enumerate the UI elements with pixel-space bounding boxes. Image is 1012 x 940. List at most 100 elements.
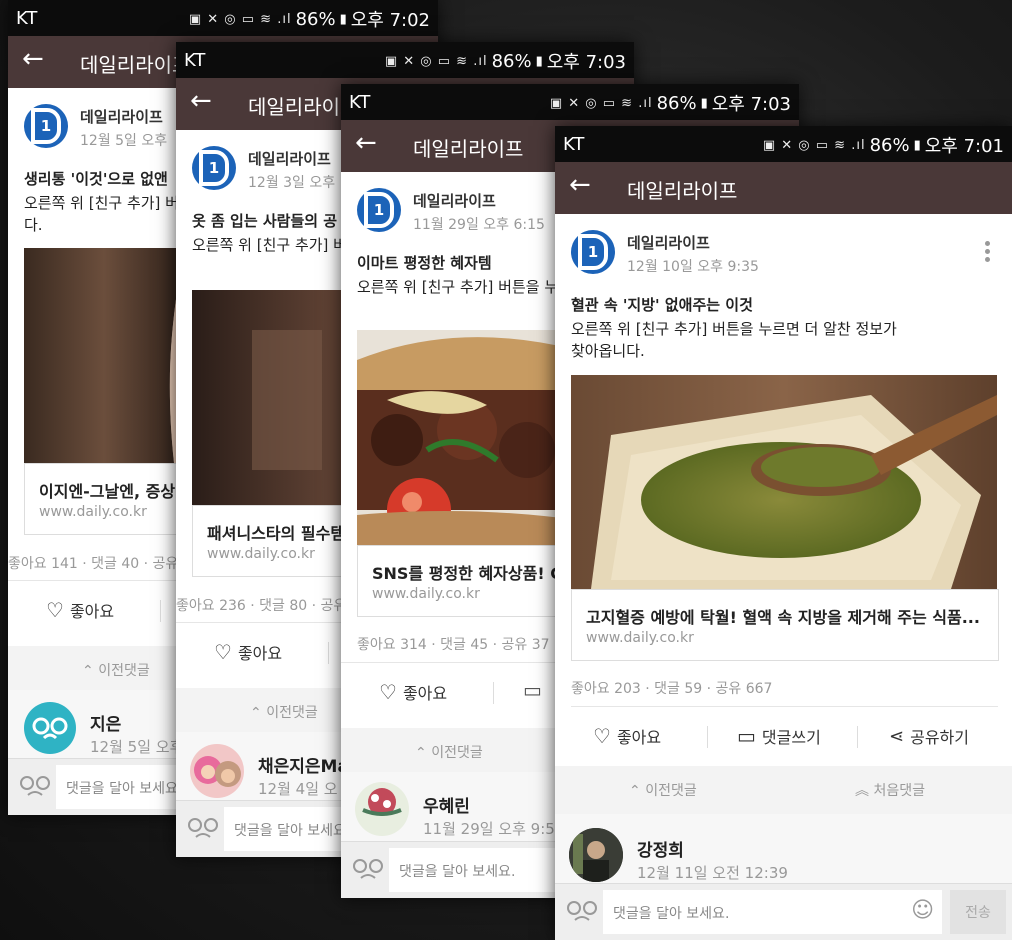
channel-logo: 1 (357, 188, 401, 232)
comment-date: 12월 4일 오 (258, 780, 338, 798)
emoji-icon[interactable]: ☺ (911, 898, 934, 923)
divider (571, 706, 998, 707)
post-headline: 이마트 평정한 혜자템 (357, 254, 492, 272)
post-headline: 혈관 속 '지방' 없애주는 이것 (571, 296, 753, 314)
comment-date: 11월 29일 오후 9:5 (423, 820, 555, 838)
post-stats: 좋아요 236 · 댓글 80 · 공유 (176, 598, 347, 614)
carrier-label: KT (563, 134, 585, 155)
action-separator (328, 642, 329, 664)
status-icons: ▣ ✕ ◎ ▭ ≋ .ıl (384, 53, 488, 69)
battery-label: 86% (869, 134, 910, 156)
comment-date: 12월 11일 오전 12:39 (637, 864, 788, 882)
post-headline: 생리통 '이것'으로 없앤 (24, 170, 168, 188)
heart-icon: ♡ (593, 724, 611, 748)
status-icons: ▣ ✕ ◎ ▭ ≋ .ıl (549, 95, 653, 111)
commenter-name: 강정희 (637, 841, 684, 861)
post-content: 1 데일리라이프 12월 10일 오후 9:35 혈관 속 '지방' 없애주는 … (555, 214, 1012, 940)
time-label: 오후 7:03 (546, 52, 626, 73)
back-arrow-icon[interactable]: ← (22, 44, 44, 74)
back-arrow-icon[interactable]: ← (569, 170, 591, 200)
status-bar: KT ▣ ✕ ◎ ▭ ≋ .ıl 86% ▮ 오후 7:03 (176, 42, 634, 78)
back-arrow-icon[interactable]: ← (355, 128, 377, 158)
link-card-title: 패셔니스타의 필수템 (207, 524, 346, 543)
app-title: 데일리라이프 (80, 53, 191, 77)
share-icon: ⋖ (889, 725, 905, 747)
link-card-title: SNS를 평정한 혜자상품! C (372, 564, 562, 583)
comment-input-bar: 댓글을 달아 보세요. ☺ 전송 (555, 883, 1012, 940)
like-button[interactable]: ♡ 좋아요 (214, 640, 282, 664)
like-label: 좋아요 (69, 602, 115, 621)
battery-icon: ▮ (339, 11, 347, 27)
avatar-photo (569, 828, 623, 882)
post-stats: 좋아요 203 · 댓글 59 · 공유 667 (571, 681, 773, 697)
battery-label: 86% (295, 8, 336, 30)
previous-comments-label: ⌃ 이전댓글 (82, 663, 150, 679)
comment-icon: ▭ (737, 724, 756, 748)
previous-comments-button[interactable]: ⌃ 이전댓글 (629, 780, 697, 800)
heart-icon: ♡ (46, 598, 64, 622)
share-button[interactable]: ⋖ 공유하기 (889, 724, 969, 748)
send-button[interactable]: 전송 (950, 890, 1006, 934)
post-author: 데일리라이프 (413, 192, 496, 210)
app-title: 데일리라이프 (413, 137, 524, 161)
like-label: 좋아요 (237, 644, 283, 663)
app-bar: ← 데일리라이프 (555, 162, 1012, 214)
glasses-icon (20, 776, 50, 796)
status-bar: KT ▣ ✕ ◎ ▭ ≋ .ıl 86% ▮ 오후 7:01 (555, 126, 1012, 162)
carrier-label: KT (349, 92, 371, 113)
post-author: 데일리라이프 (627, 234, 710, 252)
share-label: 공유하기 (910, 728, 969, 747)
screenshot-4: KT ▣ ✕ ◎ ▭ ≋ .ıl 86% ▮ 오후 7:01 ← 데일리라이프 … (555, 126, 1012, 940)
channel-logo: 1 (571, 230, 615, 274)
commenter-name: 지은 (90, 715, 122, 735)
status-icons: ▣ ✕ ◎ ▭ ≋ .ıl (188, 11, 292, 27)
heart-icon: ♡ (379, 680, 397, 704)
link-card[interactable]: 고지혈증 예방에 탁월! 혈액 속 지방을 제거해 주는 식품... www.d… (571, 589, 999, 661)
status-bar: KT ▣ ✕ ◎ ▭ ≋ .ıl 86% ▮ 오후 7:02 (8, 0, 438, 36)
comment-icon[interactable]: ▭ (523, 678, 542, 702)
battery-icon: ▮ (913, 137, 921, 153)
comment-item: 강정희 12월 11일 오전 12:39 (555, 814, 1012, 884)
avatar (24, 702, 76, 754)
like-button[interactable]: ♡ 좋아요 (379, 680, 447, 704)
previous-comments-label: ⌃ 이전댓글 (250, 705, 318, 721)
link-card-url: www.daily.co.kr (207, 546, 315, 562)
link-card-title: 이지엔-그날엔, 증상 (39, 482, 176, 501)
comment-placeholder: 댓글을 달아 보세요. (399, 864, 516, 880)
post-author: 데일리라이프 (248, 150, 331, 168)
like-label: 좋아요 (402, 684, 448, 703)
first-comments-button[interactable]: ︽ 처음댓글 (855, 780, 925, 800)
post-date: 12월 10일 오후 9:35 (627, 259, 759, 275)
post-image[interactable] (571, 375, 997, 589)
like-button[interactable]: ♡ 좋아요 (46, 598, 114, 622)
time-label: 오후 7:01 (924, 136, 1004, 157)
link-card-url: www.daily.co.kr (586, 630, 694, 646)
app-title: 데일리라이프 (627, 179, 738, 203)
comment-placeholder: 댓글을 달아 보세요. (234, 823, 351, 839)
comment-label: 댓글쓰기 (761, 728, 821, 747)
commenter-name: 우혜린 (423, 797, 470, 817)
comment-date: 12월 5일 오후 (90, 738, 184, 756)
time-label: 오후 7:03 (711, 94, 791, 115)
channel-logo: 1 (192, 146, 236, 190)
post-date: 12월 3일 오후 (248, 175, 336, 191)
time-label: 오후 7:02 (350, 10, 430, 31)
status-bar: KT ▣ ✕ ◎ ▭ ≋ .ıl 86% ▮ 오후 7:03 (341, 84, 799, 120)
link-card-url: www.daily.co.kr (372, 586, 480, 602)
like-button[interactable]: ♡ 좋아요 (593, 724, 661, 748)
previous-comments-label: ⌃ 이전댓글 (415, 745, 483, 761)
post-date: 12월 5일 오후 (80, 133, 168, 149)
action-separator (160, 600, 161, 622)
battery-label: 86% (656, 92, 697, 114)
battery-icon: ▮ (535, 53, 543, 69)
post-headline: 옷 좀 입는 사람들의 공 (192, 212, 338, 230)
comment-input[interactable]: 댓글을 달아 보세요. ☺ (603, 890, 942, 934)
comment-placeholder: 댓글을 달아 보세요. (613, 906, 730, 922)
avatar (569, 828, 623, 882)
comment-button[interactable]: ▭ 댓글쓰기 (737, 724, 821, 748)
more-vert-icon[interactable] (985, 238, 991, 265)
link-card-title: 고지혈증 예방에 탁월! 혈액 속 지방을 제거해 주는 식품... (586, 608, 980, 627)
post-author: 데일리라이프 (80, 108, 163, 126)
back-arrow-icon[interactable]: ← (190, 86, 212, 116)
post-stats: 좋아요 314 · 댓글 45 · 공유 37 (357, 637, 550, 653)
